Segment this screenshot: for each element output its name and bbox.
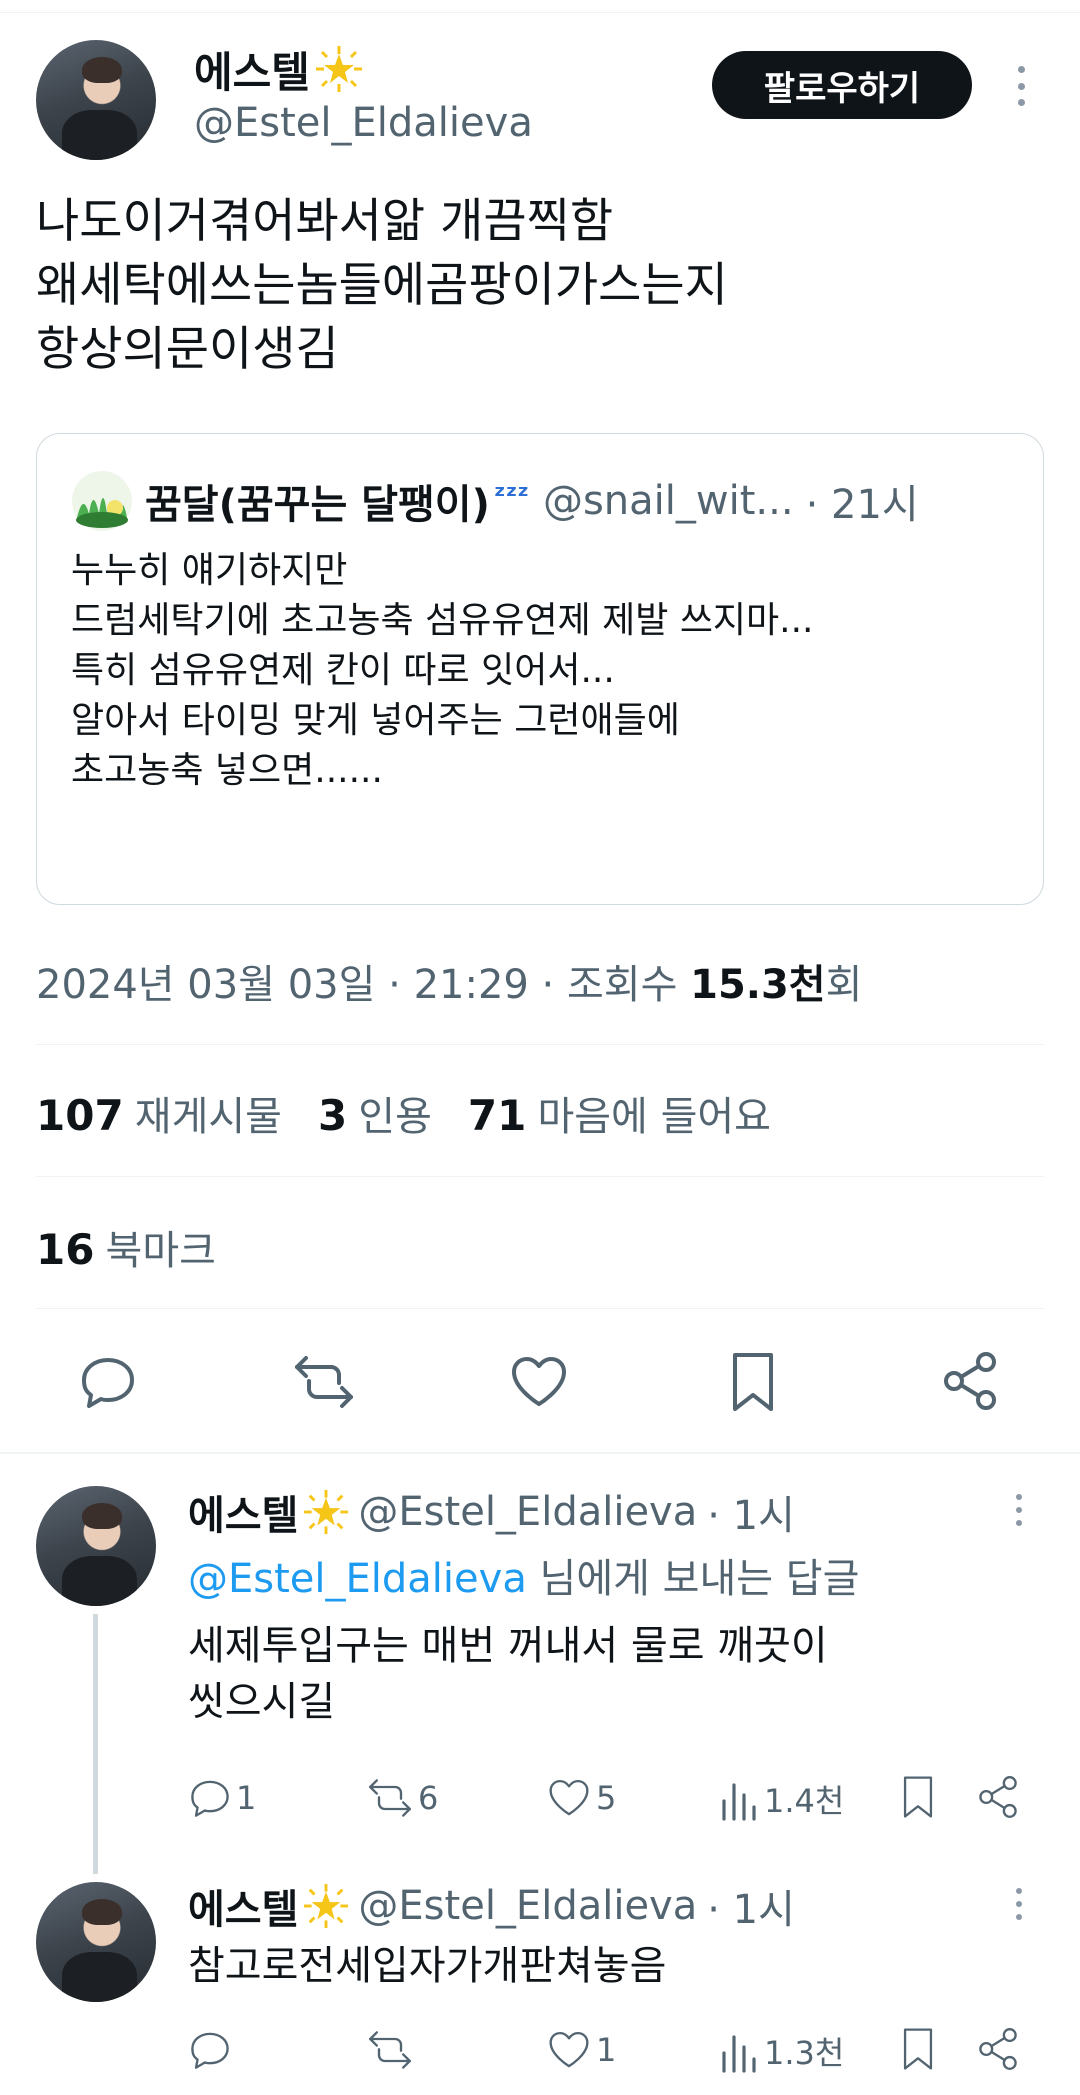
quote-time: · 21시 (805, 482, 919, 528)
reply-actions: 1 6 5 1.4천 (188, 1772, 1040, 1824)
replying-to-mention[interactable]: @Estel_Eldalieva (188, 1556, 527, 1602)
author-name-row[interactable]: 에스텔 (194, 44, 364, 97)
reply-count: 1 (236, 1779, 257, 1817)
quote-avatar (72, 471, 132, 531)
reply-time: · 1시 (707, 1887, 795, 1933)
reply-text: 세제투입구는 매번 꺼내서 물로 깨끗이 씻으시길 (188, 1623, 828, 1725)
heart-icon (549, 2031, 589, 2068)
reply-time: · 1시 (707, 1493, 795, 1539)
author-handle[interactable]: @Estel_Eldalieva (194, 100, 533, 146)
reply-button[interactable] (188, 2028, 236, 2072)
replying-to: @Estel_Eldalieva 님에게 보내는 답글 (188, 1546, 859, 1604)
reply-icon (191, 2032, 229, 2069)
like-button[interactable]: 5 (546, 1776, 616, 1820)
tweet-timestamp: 2024년 03월 03일 · 21:29 · 조회수 15.3천회 (36, 952, 862, 1010)
likes-count: 71 (467, 1091, 527, 1140)
view-count: 1.3천 (764, 2034, 845, 2072)
bookmark-icon (903, 1776, 933, 1818)
bookmarks-count: 16 (36, 1225, 95, 1274)
quote-text: 누누히 얘기하지만 드럼세탁기에 초고농축 섬유유연제 제발 쓰지마... 특히… (71, 550, 814, 791)
like-count: 5 (596, 1779, 617, 1817)
avatar[interactable] (36, 1882, 156, 2002)
quotes-count: 3 (317, 1091, 348, 1140)
reply-author-handle[interactable]: @Estel_Eldalieva (358, 1489, 697, 1535)
bookmarks-label: 북마크 (105, 1228, 216, 1274)
view-count: 1.4천 (764, 1782, 845, 1820)
divider (36, 1176, 1044, 1177)
zzz-emoji-icon: ᶻᶻᶻ (493, 478, 529, 512)
reply-author-name[interactable]: 에스텔 (188, 1483, 298, 1541)
star-emoji-icon (315, 46, 362, 92)
repost-icon[interactable] (292, 1352, 356, 1412)
share-button[interactable] (976, 2026, 1020, 2072)
reply-icon (191, 1780, 229, 1817)
engagement-stats: 107 재게시물 3 인용 71 마음에 들어요 (36, 1084, 771, 1142)
views-count: 15.3천 (690, 962, 826, 1008)
repost-icon (369, 2031, 411, 2069)
repost-button[interactable] (366, 2028, 418, 2072)
reply-button[interactable]: 1 (188, 1776, 256, 1820)
reply-author-name[interactable]: 에스텔 (188, 1877, 298, 1935)
quote-author-name: 꿈달(꿈꾸는 달팽이) (145, 482, 490, 528)
share-button[interactable] (976, 1774, 1020, 1820)
likes-label: 마음에 들어요 (537, 1094, 771, 1140)
star-emoji-icon (304, 1489, 349, 1535)
follow-button-label: 팔로우하기 (763, 68, 921, 109)
bookmark-button[interactable] (900, 1774, 936, 1820)
divider (36, 1308, 1044, 1309)
reply-header: 에스텔 @Estel_Eldalieva · 1시 (188, 1878, 795, 1934)
likes-stat[interactable]: 71 마음에 들어요 (468, 1084, 771, 1142)
repost-count: 6 (418, 1779, 439, 1817)
author-name: 에스텔 (194, 47, 310, 97)
reply-header: 에스텔 @Estel_Eldalieva · 1시 (188, 1484, 795, 1540)
views-suffix: 회 (825, 962, 863, 1008)
bookmark-icon[interactable] (728, 1350, 778, 1414)
quotes-label: 인용 (358, 1094, 432, 1140)
repost-icon (369, 1779, 411, 1817)
reply-author-handle[interactable]: @Estel_Eldalieva (358, 1883, 697, 1929)
like-count: 1 (596, 2031, 617, 2069)
heart-icon (549, 1779, 589, 1816)
avatar[interactable] (36, 1486, 156, 1606)
star-emoji-icon (304, 1883, 349, 1929)
quotes-stat[interactable]: 3 인용 (318, 1084, 432, 1142)
more-options-icon[interactable] (1014, 1888, 1024, 1920)
repost-button[interactable]: 6 (366, 1776, 438, 1820)
views-icon (722, 2035, 756, 2073)
bookmarks-stat[interactable]: 16 북마크 (36, 1218, 216, 1276)
views-button[interactable]: 1.3천 (720, 2028, 844, 2074)
reposts-label: 재게시물 (134, 1094, 282, 1140)
share-icon (979, 1776, 1017, 1818)
replying-to-suffix: 님에게 보내는 답글 (526, 1556, 860, 1602)
bookmark-button[interactable] (900, 2026, 936, 2072)
thread-line (93, 1614, 98, 1874)
top-divider (0, 12, 1080, 13)
share-icon[interactable] (940, 1350, 1000, 1412)
heart-icon[interactable] (508, 1352, 570, 1412)
follow-button[interactable]: 팔로우하기 (712, 51, 972, 119)
views-button[interactable]: 1.4천 (720, 1776, 844, 1822)
thread-divider (0, 1452, 1080, 1454)
share-icon (979, 2028, 1017, 2070)
reposts-count: 107 (36, 1091, 124, 1140)
reply-actions: 1 1.3천 (188, 2024, 1040, 2076)
avatar[interactable] (36, 40, 156, 160)
bookmark-icon (903, 2028, 933, 2070)
reply-text: 참고로전세입자가개판쳐놓음 (188, 1943, 667, 1989)
quote-author-handle: @snail_wit... (542, 478, 794, 524)
timestamp-text: 2024년 03월 03일 · 21:29 · 조회수 (36, 962, 691, 1008)
quote-header: 꿈달(꿈꾸는 달팽이) ᶻᶻᶻ @snail_wit... · 21시 (71, 470, 919, 532)
more-options-icon[interactable] (1014, 1494, 1024, 1526)
reposts-stat[interactable]: 107 재게시물 (36, 1084, 282, 1142)
divider (36, 1044, 1044, 1045)
views-icon (722, 1783, 756, 1821)
tweet-text: 나도이거겪어봐서앎 개끔찍함 왜세탁에쓰는놈들에곰팡이가스는지 항상의문이생김 (36, 194, 728, 377)
more-options-icon[interactable] (1014, 66, 1028, 106)
like-button[interactable]: 1 (546, 2028, 616, 2072)
reply-icon[interactable] (78, 1352, 138, 1412)
quoted-tweet-card[interactable]: 꿈달(꿈꾸는 달팽이) ᶻᶻᶻ @snail_wit... · 21시 누누히 … (36, 433, 1044, 905)
